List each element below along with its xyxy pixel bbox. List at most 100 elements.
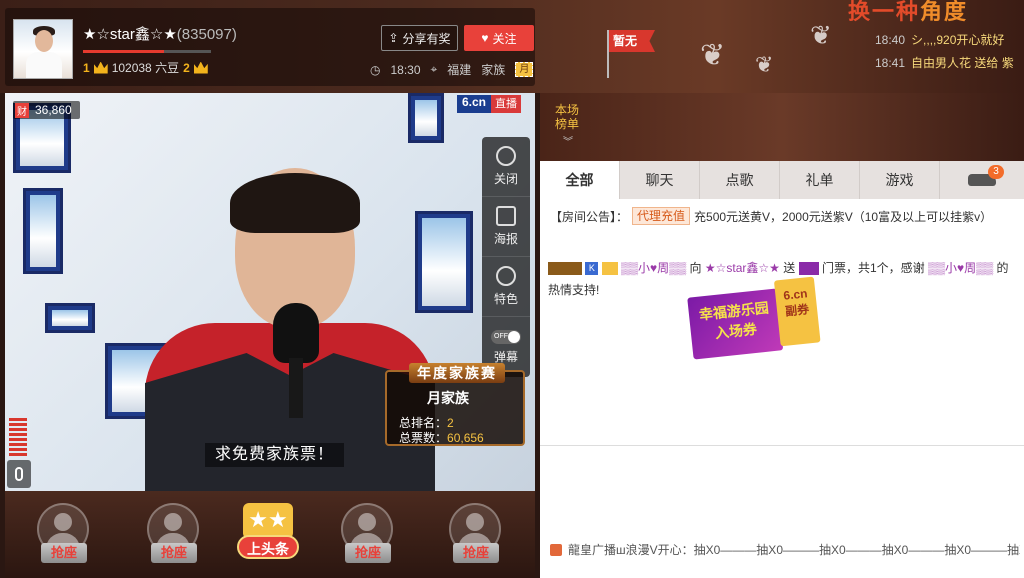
feed-text: シ,,,,920开心就好 — [911, 33, 1005, 47]
notice-text: 充500元送黄V，2000元送紫V（10富及以上可以挂紫v） — [694, 209, 993, 224]
seat-bar: 抢座 抢座 ★★ 上头条 抢座 抢座 — [5, 491, 535, 578]
tab-song-request[interactable]: 点歌 — [700, 161, 780, 199]
poster-icon — [496, 206, 516, 226]
microphone-stand — [289, 358, 303, 418]
close-video-button[interactable]: 关闭 — [482, 137, 530, 197]
thanked-user[interactable]: ▒▒小♥周▒▒ — [928, 261, 993, 275]
seat-label: 抢座 — [453, 543, 499, 563]
butterfly-icon: ❦ — [810, 20, 832, 50]
fortune-badge[interactable]: 财 36,860 — [13, 101, 80, 119]
tab-chat[interactable]: 聊天 — [620, 161, 700, 199]
ranking-label: 本场 榜单 — [555, 103, 580, 131]
host-name-text: ★☆star鑫☆★ — [83, 26, 177, 43]
rank-value: 2 — [447, 416, 454, 430]
free-votes-caption: 求免费家族票！ — [205, 443, 345, 467]
share-icon: ⇪ — [388, 31, 399, 45]
stream-time: 18:30 — [390, 62, 421, 77]
poster-button[interactable]: 海报 — [482, 197, 530, 257]
agent-recharge-link[interactable]: 代理充值 — [632, 207, 691, 225]
stream-meta: ◷ 18:30 ⌖ 福建 家族 月 — [370, 61, 534, 78]
host-name[interactable]: ★☆star鑫☆★(835097) — [83, 23, 237, 44]
chat-area[interactable]: 【房间公告】： 代理充值 充500元送黄V，2000元送紫V（10富及以上可以挂… — [540, 199, 1024, 578]
gift-text: 门票，共1个，感谢 — [821, 261, 925, 275]
site-logo: 6.cn — [457, 95, 492, 113]
family-contest-title: 年度家族赛 — [409, 363, 505, 383]
crown-icon — [193, 61, 208, 74]
volume-meter — [9, 418, 27, 458]
votes-label: 总票数： — [399, 431, 448, 445]
broadcast-icon — [550, 543, 562, 556]
clock-icon: ◷ — [370, 62, 381, 77]
gift-ticket-image: 幸福游乐园 入场券 6.cn 副券 — [686, 276, 821, 366]
butterfly-icon: ❦ — [700, 39, 726, 72]
tab-car[interactable]: 3 — [940, 161, 1024, 199]
host-levels: 1 102038 六豆 2 — [83, 59, 208, 76]
family-votes: 总票数：60,656 — [399, 429, 484, 446]
k-badge-icon: K — [585, 262, 599, 276]
video-player[interactable]: 财 36,860 6.cn 直播 关闭 海报 特色 OFF 弹幕 年度家族赛 月… — [5, 93, 535, 491]
broadcast-text: 龍皇广播ш浪漫V开心：抽X0———抽X0———抽X0———抽X0———抽X0——… — [568, 543, 1020, 557]
microphone — [273, 303, 319, 363]
grab-seat-button[interactable]: 抢座 — [443, 503, 507, 573]
tool-label: 海报 — [493, 232, 518, 246]
tab-gift-list[interactable]: 礼单 — [780, 161, 860, 199]
seat-label: 抢座 — [151, 543, 197, 563]
fortune-value: 36,860 — [35, 103, 72, 117]
wall-picture — [415, 211, 473, 313]
level-progress-bar — [83, 50, 211, 53]
message-send: 送 — [783, 261, 796, 275]
star-icon: ★★ — [243, 503, 293, 539]
location-icon: ⌖ — [430, 62, 438, 76]
notice-prefix: 【房间公告】： — [550, 209, 629, 224]
grab-seat-button[interactable]: 抢座 — [31, 503, 95, 573]
wall-picture — [408, 93, 444, 143]
ticket-gift-icon — [798, 262, 819, 276]
crown-icon — [93, 61, 108, 74]
room-header: ★☆star鑫☆★(835097) 1 102038 六豆 2 ⇪ 分享有奖 ♥… — [0, 0, 1024, 93]
chat-divider[interactable] — [540, 445, 1024, 446]
tool-label: 特色 — [493, 292, 518, 306]
family-tag[interactable]: 月 — [515, 62, 534, 77]
promo-banner[interactable]: 换一种角度 — [848, 0, 968, 26]
car-badge: 3 — [988, 165, 1004, 179]
rank-label: 总排名： — [399, 416, 448, 430]
sender-name[interactable]: ▒▒小♥周▒▒ — [621, 261, 686, 275]
effects-icon — [496, 266, 516, 286]
session-ranking-bar[interactable]: 本场 榜单 ︾ — [540, 93, 1024, 161]
feed-item[interactable]: 18:40 シ,,,,920开心就好 — [875, 31, 1004, 48]
level-progress-fill — [83, 50, 164, 53]
wall-picture — [23, 188, 63, 274]
broadcast-feed[interactable]: 龍皇广播ш浪漫V开心：抽X0———抽X0———抽X0———抽X0———抽X0——… — [550, 541, 1020, 558]
mic-icon — [15, 467, 23, 481]
seat-label: 抢座 — [41, 543, 87, 563]
grab-seat-button[interactable]: 抢座 — [141, 503, 205, 573]
follow-label: 关注 — [492, 31, 517, 46]
headline-button[interactable]: ★★ 上头条 — [237, 503, 299, 569]
effects-button[interactable]: 特色 — [482, 257, 530, 317]
host-id: (835097) — [176, 26, 237, 43]
receiver-name[interactable]: ★☆star鑫☆★ — [705, 261, 780, 275]
level-right: 2 — [183, 60, 190, 75]
feed-time: 18:41 — [875, 56, 906, 70]
feed-time: 18:40 — [875, 33, 906, 47]
room-notice: 【房间公告】： 代理充值 充500元送黄V，2000元送紫V（10富及以上可以挂… — [550, 207, 992, 225]
mic-button[interactable] — [7, 460, 31, 488]
votes-value: 60,656 — [447, 431, 484, 445]
share-label: 分享有奖 — [402, 31, 451, 46]
feed-item[interactable]: 18:41 自由男人花 送给 紫 — [875, 54, 1014, 71]
fortune-icon: 财 — [15, 102, 29, 118]
share-button[interactable]: ⇪ 分享有奖 — [381, 25, 458, 51]
promo-text-b: 角度 — [920, 0, 969, 24]
headline-label: 上头条 — [237, 535, 299, 559]
grab-seat-button[interactable]: 抢座 — [335, 503, 399, 573]
family-label: 家族 — [481, 63, 506, 77]
family-contest-panel[interactable]: 年度家族赛 月家族 总排名：2 总票数：60,656 — [385, 363, 525, 446]
tool-label: 关闭 — [493, 172, 518, 186]
ticket-stub: 6.cn 副券 — [773, 276, 821, 347]
toggle-off-icon: OFF — [491, 329, 521, 344]
follow-button[interactable]: ♥ 关注 — [464, 25, 534, 51]
family-name: 月家族 — [427, 390, 469, 406]
host-avatar[interactable] — [13, 19, 73, 79]
tab-games[interactable]: 游戏 — [860, 161, 940, 199]
tab-all[interactable]: 全部 — [540, 161, 620, 199]
